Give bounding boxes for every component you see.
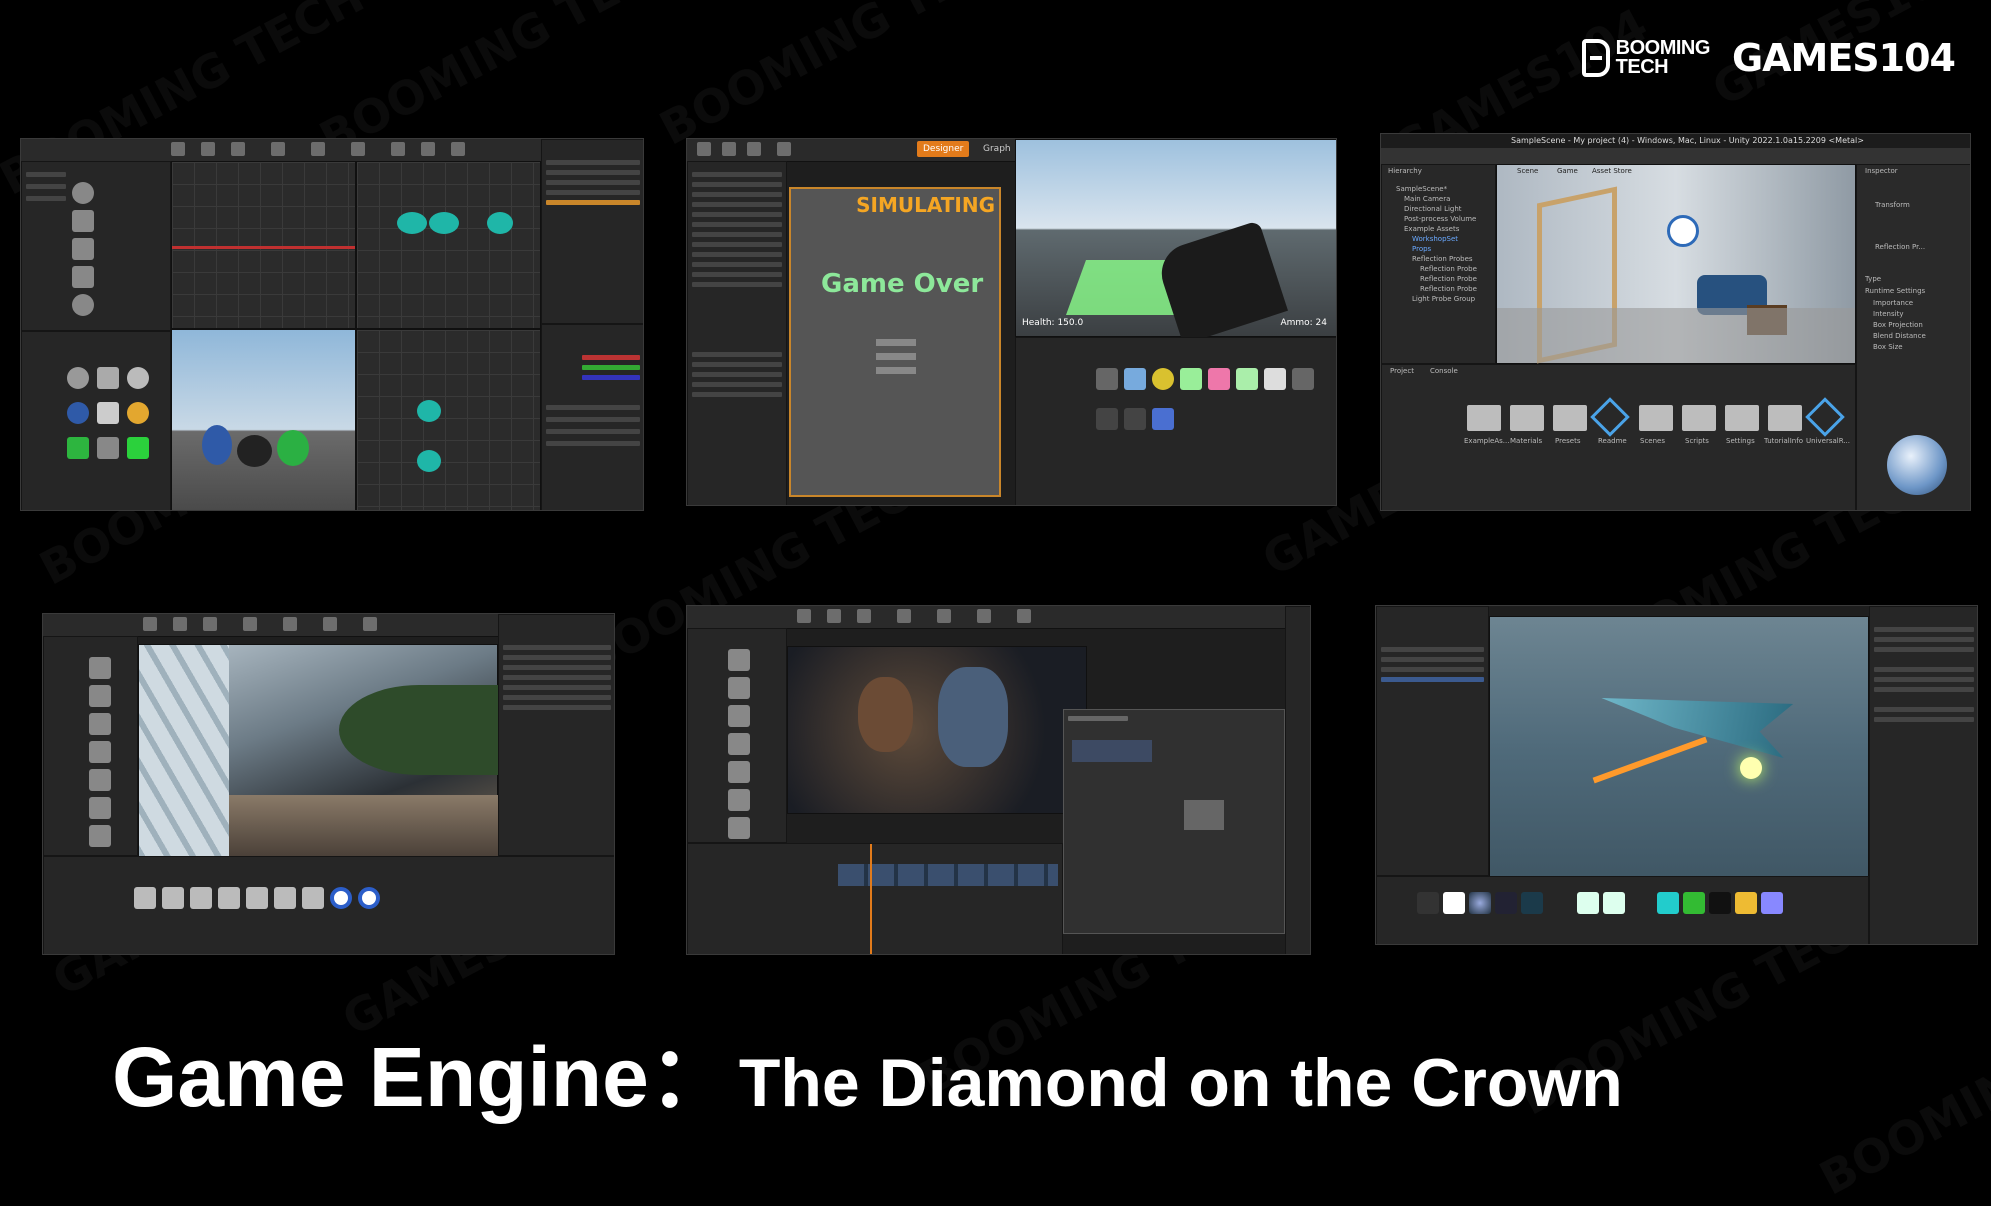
folder-label[interactable]: Materials <box>1510 437 1542 445</box>
folder-label[interactable]: UniversalR... <box>1806 437 1850 445</box>
modes-panel <box>21 161 171 331</box>
designer-canvas[interactable]: SIMULATING Game Over <box>789 187 1001 497</box>
world-outliner <box>1285 606 1310 954</box>
health-readout: Health: 150.0 <box>1022 318 1084 328</box>
slide-title: Game Engine：The Diamond on the Crown <box>112 1010 1623 1131</box>
viewport-front[interactable] <box>356 161 541 329</box>
title-main: Game Engine： <box>112 1030 733 1124</box>
inspector-label: Box Size <box>1873 343 1903 351</box>
ue4-interior-screenshot <box>42 613 615 955</box>
viewport-perspective[interactable] <box>138 644 499 857</box>
inspector-label: Blend Distance <box>1873 332 1926 340</box>
inspector-section[interactable]: Reflection Pr... <box>1875 243 1925 251</box>
palette-panel <box>687 161 787 505</box>
hierarchy-item[interactable]: Reflection Probes <box>1412 255 1473 263</box>
modes-panel <box>43 636 138 856</box>
content-browser <box>21 331 171 510</box>
title-sub: The Diamond on the Crown <box>738 1045 1623 1121</box>
unity-vfx-screenshot <box>1375 605 1978 945</box>
folder-label[interactable]: ExampleAs... <box>1464 437 1509 445</box>
inspector-panel: Inspector Transform Reflection Pr... Typ… <box>1856 164 1970 510</box>
game-preview[interactable]: Health: 150.0 Ammo: 24 <box>1015 139 1336 345</box>
inspector-section[interactable]: Runtime Settings <box>1865 287 1925 295</box>
inspector-label: Intensity <box>1873 310 1904 318</box>
folder-label[interactable]: Readme <box>1598 437 1627 445</box>
content-browser <box>43 856 614 954</box>
simulating-label: SIMULATING <box>856 193 995 217</box>
hierarchy-item[interactable]: WorkshopSet <box>1412 235 1458 243</box>
project-panel <box>1376 876 1869 944</box>
game-over-text: Game Over <box>821 269 984 299</box>
hierarchy-item[interactable]: Main Camera <box>1404 195 1450 203</box>
inspector-label: Box Projection <box>1873 321 1923 329</box>
tab-scene[interactable]: Scene <box>1517 167 1538 175</box>
tab-asset-store[interactable]: Asset Store <box>1592 167 1632 175</box>
world-outliner <box>541 139 643 324</box>
ammo-readout: Ammo: 24 <box>1280 318 1327 328</box>
inspector-section[interactable]: Transform <box>1875 201 1910 209</box>
inspector-label: Type <box>1865 275 1882 283</box>
brand-logos: BOOMING TECH GAMES104 <box>1581 36 1956 80</box>
watermark: BOOMING TECH <box>651 0 1033 156</box>
watermark: BOOMING TECH <box>1811 968 1991 1205</box>
ue4-editor-screenshot <box>20 138 644 511</box>
booming-tech-mark-icon <box>1581 39 1610 77</box>
tab-project[interactable]: Project <box>1390 367 1414 375</box>
folder-label[interactable]: Scenes <box>1640 437 1665 445</box>
hierarchy-item[interactable]: Reflection Probe <box>1420 275 1477 283</box>
tab-game[interactable]: Game <box>1557 167 1578 175</box>
hierarchy-item[interactable]: Reflection Probe <box>1420 265 1477 273</box>
viewport-side[interactable] <box>356 329 541 510</box>
window-title: SampleScene - My project (4) - Windows, … <box>1511 136 1864 145</box>
viewport-top[interactable] <box>171 161 356 329</box>
hierarchy-panel <box>1376 606 1489 876</box>
cinematic-viewport[interactable] <box>787 646 1087 814</box>
hierarchy-item[interactable]: Example Assets <box>1404 225 1459 233</box>
hierarchy-item[interactable]: Light Probe Group <box>1412 295 1475 303</box>
hierarchy-item[interactable]: Directional Light <box>1404 205 1462 213</box>
modes-panel <box>687 628 787 843</box>
ue-sequencer-screenshot <box>686 605 1311 955</box>
booming-tech-logo: BOOMING TECH <box>1581 38 1710 78</box>
booming-line2: TECH <box>1615 56 1669 78</box>
unity-titlebar: SampleScene - My project (4) - Windows, … <box>1381 134 1970 149</box>
folder-label[interactable]: Presets <box>1555 437 1580 445</box>
inspector-panel <box>1869 606 1977 944</box>
games104-logo: GAMES104 <box>1731 36 1956 80</box>
hierarchy-item[interactable]: Post-process Volume <box>1404 215 1476 223</box>
hierarchy-item[interactable]: Props <box>1412 245 1431 253</box>
content-browser <box>1015 337 1336 505</box>
tab-console[interactable]: Console <box>1430 367 1458 375</box>
world-outliner <box>498 614 614 856</box>
tab-graph[interactable]: Graph <box>977 141 1017 157</box>
inspector-label: Importance <box>1873 299 1914 307</box>
details-panel <box>541 324 643 510</box>
ue-umg-screenshot: Designer Graph SIMULATING Game Over Heal… <box>686 138 1337 506</box>
scene-view[interactable]: Scene Game Asset Store <box>1496 164 1856 364</box>
hierarchy-item[interactable]: SampleScene* <box>1396 185 1447 193</box>
panel-hierarchy[interactable]: Hierarchy <box>1388 167 1422 175</box>
tab-designer[interactable]: Designer <box>917 141 970 157</box>
unity-editor-screenshot: SampleScene - My project (4) - Windows, … <box>1380 133 1971 511</box>
hierarchy-item[interactable]: Reflection Probe <box>1420 285 1477 293</box>
folder-label[interactable]: Settings <box>1726 437 1755 445</box>
folder-label[interactable]: Scripts <box>1685 437 1709 445</box>
panel-inspector[interactable]: Inspector <box>1865 167 1898 175</box>
sequencer-timeline <box>687 843 1063 954</box>
hierarchy-panel: Hierarchy SampleScene* Main Camera Direc… <box>1381 164 1496 364</box>
project-panel: Project Console ExampleAs... Materials P… <box>1381 364 1856 510</box>
folder-label[interactable]: TutorialInfo <box>1764 437 1803 445</box>
viewport-perspective[interactable] <box>171 329 356 510</box>
publish-dialog <box>1063 709 1285 934</box>
editor-toolbar <box>687 606 1310 629</box>
unity-toolbar <box>1381 148 1970 165</box>
scene-view[interactable] <box>1489 616 1869 886</box>
